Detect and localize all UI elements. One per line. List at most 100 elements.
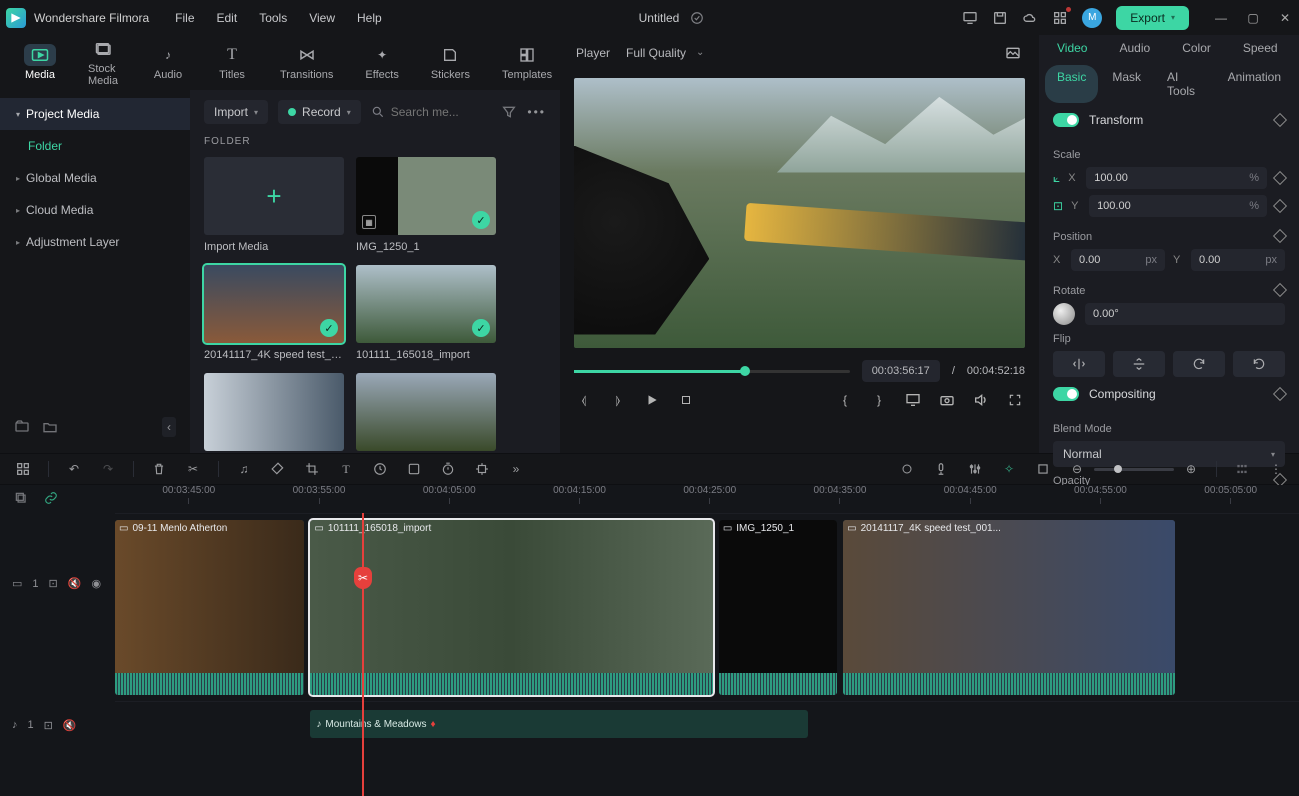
tab-transitions[interactable]: Transitions [274,40,339,85]
scale-y-input[interactable]: 100.00% [1089,195,1267,217]
mute-track-icon[interactable]: 🔇 [63,719,77,732]
tab-media[interactable]: Media [18,40,62,85]
play-icon[interactable] [642,390,662,410]
record-vo-icon[interactable] [898,460,916,478]
rotate-dial[interactable] [1053,303,1075,325]
zoom-in-icon[interactable]: ⊕ [1182,460,1200,478]
filter-icon[interactable] [501,104,517,120]
media-item[interactable]: ▦✓ [356,157,496,235]
music-icon[interactable]: ♫ [235,460,253,478]
delete-icon[interactable] [150,460,168,478]
menu-view[interactable]: View [309,11,335,25]
media-item[interactable] [356,373,496,451]
window-maximize[interactable]: ▢ [1245,10,1261,26]
timeline-clip[interactable]: ▭20141117_4K speed test_001... [843,520,1175,695]
media-item[interactable] [204,373,344,451]
timeline-clip[interactable]: ▭IMG_1250_1 [719,520,837,695]
sidebar-folder[interactable]: Folder [0,130,190,162]
keyframe-icon[interactable] [1273,283,1287,297]
scale-link-icon[interactable]: ⟀ [1053,171,1060,186]
zoom-out-icon[interactable]: ⊖ [1068,460,1086,478]
tracking-icon[interactable] [473,460,491,478]
import-dropdown[interactable]: Import▾ [204,100,268,124]
speed-icon[interactable] [371,460,389,478]
menu-help[interactable]: Help [357,11,382,25]
voiceover-icon[interactable] [932,460,950,478]
new-bin-icon[interactable] [14,419,30,435]
zoom-slider[interactable] [1094,468,1174,471]
search-input[interactable] [391,105,492,119]
more-icon[interactable]: ••• [527,105,546,119]
flip-vertical[interactable] [1113,351,1165,377]
menu-file[interactable]: File [175,11,194,25]
timeline-audio-clip[interactable]: ♪Mountains & Meadows♦ [310,710,807,738]
camera-icon[interactable] [937,390,957,410]
ai-icon[interactable]: ✧ [1000,460,1018,478]
rotate-ccw[interactable] [1233,351,1285,377]
copy-icon[interactable] [12,489,30,507]
timeline-clip[interactable]: ▭09-11 Menlo Atherton [115,520,304,695]
inspector-tab-video[interactable]: Video [1043,35,1101,61]
media-item[interactable]: ✓ [204,265,344,343]
grid-icon[interactable] [14,460,32,478]
crop-icon[interactable] [303,460,321,478]
lock-track-icon[interactable]: ⊡ [44,719,53,732]
apps-icon[interactable] [1052,10,1068,26]
tab-stickers[interactable]: Stickers [425,40,476,85]
lock-track-icon[interactable]: ⊡ [49,577,58,590]
preview-viewport[interactable] [574,78,1025,348]
mute-track-icon[interactable]: 🔇 [68,577,82,590]
eye-icon[interactable]: ◉ [91,577,101,590]
tab-audio[interactable]: ♪Audio [146,40,190,85]
video-track[interactable]: ▭09-11 Menlo Atherton ▭101111_165018_imp… [115,513,1299,701]
sidebar-adjustment-layer[interactable]: ▸Adjustment Layer [0,226,190,258]
collapse-sidebar-icon[interactable]: ‹ [162,417,176,437]
audio-track-head[interactable]: ♪1 ⊡ 🔇 [0,655,115,796]
video-track-head[interactable]: ▭1 ⊡ 🔇 ◉ [0,513,115,655]
inspector-tab-speed[interactable]: Speed [1229,35,1292,61]
volume-icon[interactable] [971,390,991,410]
keyframe-icon[interactable] [1273,199,1287,213]
media-item[interactable]: ✓ [356,265,496,343]
split-icon[interactable]: ✂ [184,460,202,478]
subtab-animation[interactable]: Animation [1216,65,1293,103]
mixer-icon[interactable] [966,460,984,478]
keyframe-icon[interactable] [1273,387,1287,401]
redo-icon[interactable]: ↷ [99,460,117,478]
rotate-input[interactable]: 0.00° [1085,303,1285,325]
timer-icon[interactable] [439,460,457,478]
keyframe-icon[interactable] [1273,171,1287,185]
lock-icon[interactable]: ⊡ [1053,199,1063,213]
tab-stock-media[interactable]: Stock Media [82,34,126,91]
preview-scrub[interactable] [574,370,850,373]
keyframe-icon[interactable] [1273,229,1287,243]
quality-dropdown[interactable]: Full Quality [626,46,704,60]
timeline-ruler[interactable]: 00:03:45:00 00:03:55:00 00:04:05:00 00:0… [115,485,1299,513]
tab-templates[interactable]: Templates [496,40,558,85]
settings-icon[interactable]: ⋮ [1267,460,1285,478]
sidebar-cloud-media[interactable]: ▸Cloud Media [0,194,190,226]
window-minimize[interactable]: ― [1213,10,1229,26]
record-dropdown[interactable]: Record▾ [278,100,361,124]
timeline-clip[interactable]: ▭101111_165018_import [310,520,713,695]
rotate-cw[interactable] [1173,351,1225,377]
color-icon[interactable] [405,460,423,478]
cloud-sync-icon[interactable] [689,10,705,26]
pos-y-input[interactable]: 0.00px [1191,249,1285,271]
tab-effects[interactable]: ✦Effects [359,40,404,85]
menu-tools[interactable]: Tools [259,11,287,25]
subtab-ai-tools[interactable]: AI Tools [1155,65,1214,103]
compositing-toggle[interactable] [1053,387,1079,401]
flip-horizontal[interactable] [1053,351,1105,377]
subtab-basic[interactable]: Basic [1045,65,1098,103]
menu-edit[interactable]: Edit [217,11,238,25]
monitor-icon[interactable] [962,10,978,26]
sidebar-project-media[interactable]: ▾Project Media [0,98,190,130]
timeline-playhead[interactable]: ✂ [362,513,364,796]
next-frame-icon[interactable]: ⦊ [608,390,628,410]
prev-frame-icon[interactable]: ⦉ [574,390,594,410]
subtab-mask[interactable]: Mask [1100,65,1153,103]
undo-icon[interactable]: ↶ [65,460,83,478]
snapshot-icon[interactable] [1003,43,1023,63]
transform-toggle[interactable] [1053,113,1079,127]
